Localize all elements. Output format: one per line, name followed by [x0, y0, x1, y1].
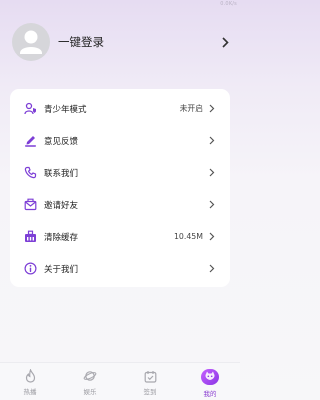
- chevron-right-icon: [208, 264, 216, 274]
- tab-label: 我的: [203, 390, 217, 398]
- menu-item-teen-mode[interactable]: 青少年模式 未开启: [10, 93, 230, 124]
- chevron-right-icon: [208, 136, 216, 146]
- calendar-icon: [143, 369, 157, 383]
- menu-item-feedback[interactable]: 意见反馈: [10, 125, 230, 156]
- menu-item-invite-friends[interactable]: 邀请好友: [10, 189, 230, 220]
- login-row[interactable]: 一键登录: [12, 22, 230, 62]
- default-avatar-icon: [20, 30, 42, 54]
- settings-card: 青少年模式 未开启 意见反馈 联系我们 邀请好友 清除缓存 10.45M 关于我…: [10, 89, 230, 287]
- network-speed-badge: 0.0K/s: [220, 1, 237, 7]
- menu-item-label: 青少年模式: [44, 104, 87, 115]
- chevron-right-icon: [208, 232, 216, 242]
- user-shield-icon: [23, 102, 37, 116]
- login-label[interactable]: 一键登录: [58, 34, 220, 50]
- info-icon: [23, 262, 37, 276]
- avatar[interactable]: [12, 23, 50, 61]
- bottom-tab-bar: 热播 娱乐 签到 我的: [0, 362, 240, 400]
- menu-item-clear-cache[interactable]: 清除缓存 10.45M: [10, 221, 230, 252]
- tab-hot[interactable]: 热播: [0, 363, 60, 400]
- menu-item-label: 意见反馈: [44, 136, 79, 147]
- envelope-icon: [23, 198, 37, 212]
- menu-item-label: 关于我们: [44, 264, 79, 275]
- pen-feedback-icon: [23, 134, 37, 148]
- tab-mine[interactable]: 我的: [180, 363, 240, 400]
- teen-mode-status: 未开启: [179, 104, 203, 113]
- chevron-right-icon: [208, 200, 216, 210]
- menu-item-label: 联系我们: [44, 168, 79, 179]
- cat-face-icon: [201, 369, 219, 385]
- planet-icon: [83, 369, 97, 383]
- phone-icon: [23, 166, 37, 180]
- menu-item-label: 邀请好友: [44, 200, 79, 211]
- tab-label: 签到: [143, 388, 157, 396]
- tab-entertainment[interactable]: 娱乐: [60, 363, 120, 400]
- flame-icon: [23, 369, 37, 383]
- chevron-right-icon[interactable]: [220, 36, 230, 48]
- chevron-right-icon: [208, 168, 216, 178]
- tab-label: 娱乐: [83, 388, 97, 396]
- menu-item-contact-us[interactable]: 联系我们: [10, 157, 230, 188]
- cache-icon: [23, 230, 37, 244]
- tab-label: 热播: [23, 388, 37, 396]
- cache-size-value: 10.45M: [173, 232, 203, 241]
- menu-item-about-us[interactable]: 关于我们: [10, 253, 230, 284]
- tab-checkin[interactable]: 签到: [120, 363, 180, 400]
- chevron-right-icon: [208, 104, 216, 114]
- menu-item-label: 清除缓存: [44, 232, 79, 243]
